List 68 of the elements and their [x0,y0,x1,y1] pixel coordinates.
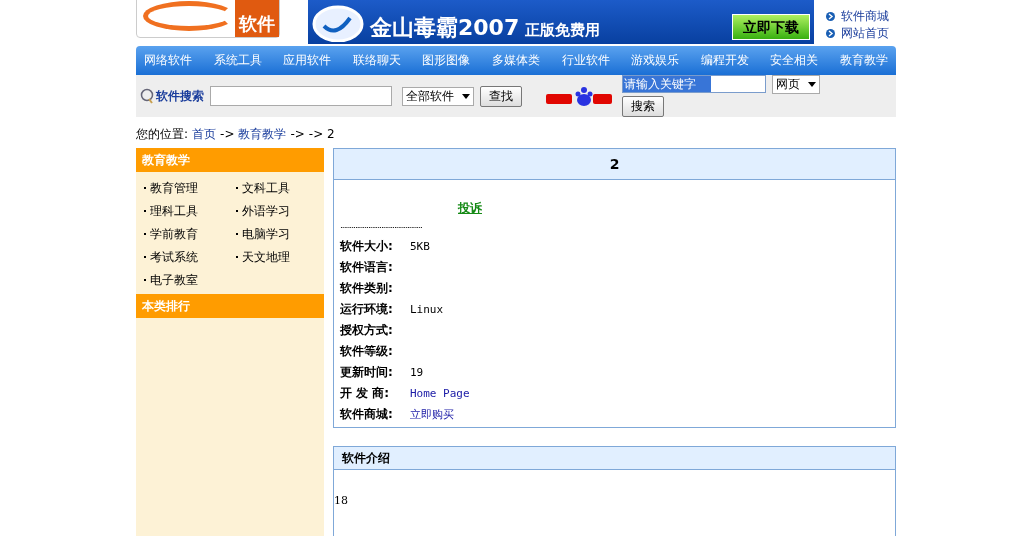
nav-item[interactable]: 编程开发 [700,52,749,69]
category-link[interactable]: 理科工具 [150,202,198,220]
site-logo[interactable]: 软件 [136,0,280,38]
arrow-icon [826,11,835,21]
category-select[interactable]: 全部软件 [402,86,474,106]
field-label: 运行环境: [340,301,394,318]
arrow-icon [826,28,835,38]
nav-item[interactable]: 系统工具 [213,52,262,69]
nav-item[interactable]: 应用软件 [283,52,332,69]
breadcrumb-label: 您的位置: [136,125,189,143]
nav-item[interactable]: 联络聊天 [352,52,401,69]
ad-subtitle: 正版免费用 [525,20,601,40]
field-label: 软件语言: [340,259,394,276]
search-button[interactable]: 搜索 [621,96,664,117]
dotted-rule: ............................................ [340,220,423,232]
header-link[interactable]: 软件商城 [841,9,889,23]
scope-select[interactable]: 网页 [771,75,820,94]
category-link[interactable]: 文科工具 [242,179,290,197]
field-label: 软件类别: [340,280,394,297]
field-value: 19 [410,366,424,379]
category-link[interactable]: 外语学习 [242,202,290,220]
nav-item[interactable]: 行业软件 [561,52,610,69]
field-label: 软件等级: [340,343,394,360]
field-label: 授权方式: [340,322,394,339]
field-label: 更新时间: [340,364,394,381]
find-button[interactable]: 查找 [479,85,522,107]
nav-item[interactable]: 安全相关 [770,52,819,69]
nav-item[interactable]: 图形图像 [422,52,471,69]
category-link[interactable]: 学前教育 [150,225,198,243]
intro-text: 18 [334,494,348,507]
ad-banner[interactable]: 金山毒霸2007 正版免费用 立即下载 [308,0,814,44]
paw-logo-icon [543,84,614,108]
nav-item[interactable]: 多媒体类 [491,52,540,69]
breadcrumb-separator: -> [290,127,305,141]
field-link[interactable]: Home Page [410,387,470,400]
breadcrumb-link[interactable]: 教育教学 [238,125,287,143]
nav-item[interactable]: 网络软件 [144,52,192,69]
logo-text: 软件 [235,0,279,37]
field-link[interactable]: 立即购买 [410,407,454,422]
caret-icon [807,82,816,87]
ad-title: 金山毒霸2007 [370,16,520,40]
category-link[interactable]: 天文地理 [242,248,290,266]
breadcrumb-current: -> 2 [308,127,335,141]
category-link[interactable]: 电子教室 [150,271,198,289]
header-link[interactable]: 网站首页 [841,26,889,40]
download-button[interactable]: 立即下载 [732,14,810,40]
report-link[interactable]: 投诉 [458,201,482,215]
nav-item[interactable]: 教育教学 [839,52,888,69]
magnifier-icon [140,88,154,104]
intro-title: 软件介绍 [334,447,895,470]
field-label: 软件商城: [340,406,394,423]
field-label: 软件大小: [340,238,394,255]
keyword-field[interactable]: 请输入关键字 [621,75,766,93]
breadcrumb-separator: -> [220,127,235,141]
field-label: 开 发 商: [340,385,391,402]
field-value: Linux [410,303,444,316]
caret-icon [461,93,470,99]
nav-item[interactable]: 游戏娱乐 [631,52,680,69]
software-title: 2 [334,149,895,180]
search-field[interactable] [210,86,392,106]
category-link[interactable]: 电脑学习 [242,225,290,243]
breadcrumb-link[interactable]: 首页 [192,125,217,143]
field-value: 5KB [410,240,430,253]
category-link[interactable]: 考试系统 [150,248,198,266]
search-label: 软件搜索 [156,87,204,105]
sidebar-title: 教育教学 [136,148,324,172]
ranking-title: 本类排行 [136,294,324,318]
category-link[interactable]: 教育管理 [150,179,198,197]
